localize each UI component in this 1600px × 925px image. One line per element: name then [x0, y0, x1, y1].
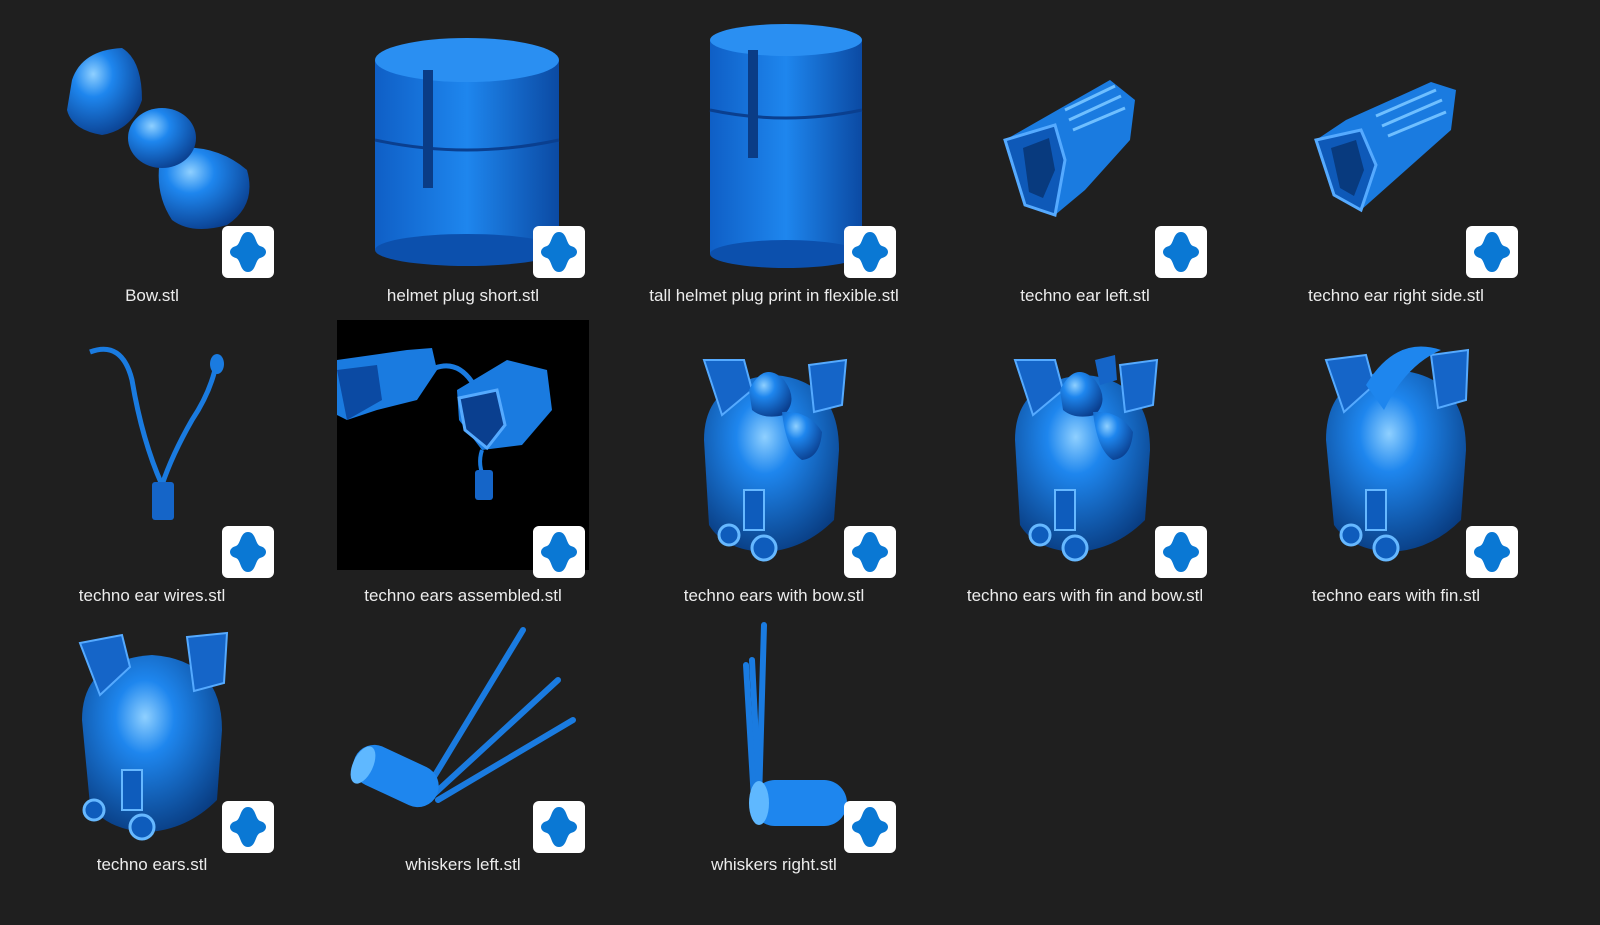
app-badge: [222, 801, 274, 853]
file-tile-helmet-plug-short[interactable]: helmet plug short.stl: [313, 20, 613, 320]
3d-viewer-icon: [541, 232, 577, 272]
file-tile-techno-ear-right-side[interactable]: techno ear right side.stl: [1246, 20, 1546, 320]
file-name: Bow.stl: [125, 286, 179, 305]
file-name: techno ears.stl: [96, 855, 208, 874]
3d-viewer-icon: [230, 532, 266, 572]
3d-viewer-icon: [852, 807, 888, 847]
app-badge: [1155, 526, 1207, 578]
3d-viewer-icon: [230, 807, 266, 847]
file-tile-whiskers-right[interactable]: whiskers right.stl: [624, 605, 924, 905]
file-name: helmet plug short.stl: [386, 286, 540, 305]
file-name: whiskers left.stl: [405, 855, 521, 874]
3d-viewer-icon: [852, 532, 888, 572]
app-badge: [844, 526, 896, 578]
file-tile-whiskers-left[interactable]: whiskers left.stl: [313, 605, 613, 905]
3d-viewer-icon: [1474, 232, 1510, 272]
3d-viewer-icon: [1163, 532, 1199, 572]
file-name: techno ear right side.stl: [1308, 286, 1484, 305]
3d-viewer-icon: [1163, 232, 1199, 272]
app-badge: [222, 526, 274, 578]
file-tile-techno-ears-with-fin-and-bow[interactable]: techno ears with fin and bow.stl: [935, 320, 1235, 620]
file-tile-techno-ears-assembled[interactable]: techno ears assembled.stl: [313, 320, 613, 620]
3d-viewer-icon: [541, 807, 577, 847]
file-tile-techno-ears-with-bow[interactable]: techno ears with bow.stl: [624, 320, 924, 620]
app-badge: [222, 226, 274, 278]
app-badge: [533, 801, 585, 853]
file-tile-techno-ears[interactable]: techno ears.stl: [2, 605, 302, 905]
app-badge: [1466, 226, 1518, 278]
app-badge: [1466, 526, 1518, 578]
file-name: techno ear left.stl: [1020, 286, 1150, 305]
file-tile-techno-ears-with-fin[interactable]: techno ears with fin.stl: [1246, 320, 1546, 620]
file-name: techno ears with fin.stl: [1311, 586, 1481, 605]
app-badge: [533, 226, 585, 278]
3d-viewer-icon: [541, 532, 577, 572]
3d-viewer-icon: [852, 232, 888, 272]
app-badge: [1155, 226, 1207, 278]
3d-viewer-icon: [1474, 532, 1510, 572]
file-tile-tall-helmet-plug[interactable]: tall helmet plug print in flexible.stl: [624, 20, 924, 320]
app-badge: [533, 526, 585, 578]
file-grid: Bow.stl helmet plug short.stl tall helme…: [0, 0, 1600, 925]
file-name: tall helmet plug print in flexible.stl: [649, 286, 899, 305]
file-name: whiskers right.stl: [711, 855, 837, 874]
file-tile-bow[interactable]: Bow.stl: [2, 20, 302, 320]
app-badge: [844, 801, 896, 853]
file-name: techno ears with fin and bow.stl: [966, 586, 1204, 605]
file-tile-techno-ear-wires[interactable]: techno ear wires.stl: [2, 320, 302, 620]
file-tile-techno-ear-left[interactable]: techno ear left.stl: [935, 20, 1235, 320]
3d-viewer-icon: [230, 232, 266, 272]
app-badge: [844, 226, 896, 278]
